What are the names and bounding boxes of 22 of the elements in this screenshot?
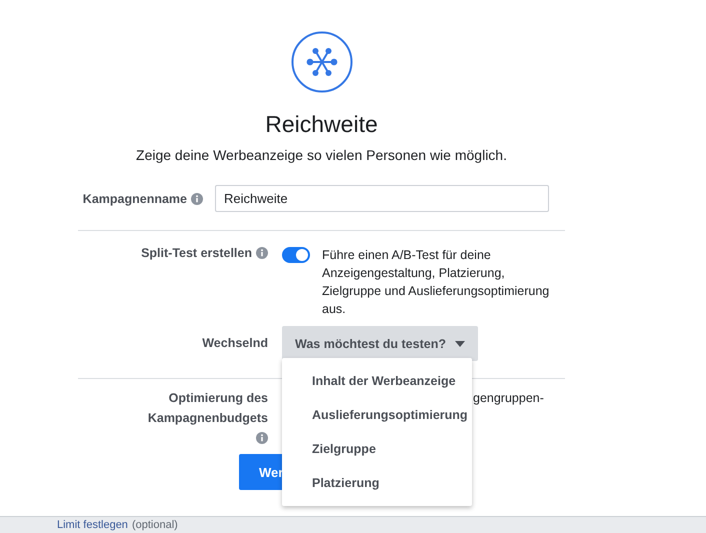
page-title: Reichweite <box>265 110 378 138</box>
toggle-switch[interactable] <box>282 247 310 263</box>
split-test-description: Führe einen A/B-Test für deine Anzeigengestaltung, Platzierung, Zielgruppe und Auslieferungsoptimierung aus. <box>322 247 550 318</box>
menu-item[interactable]: Auslieferungsoptimierung <box>282 398 472 432</box>
field-label: Split-Test erstellen <box>141 246 252 260</box>
optional-note: (optional) <box>132 519 178 531</box>
campaign-name-input[interactable]: Reichweite <box>215 185 549 212</box>
field-label: Kampagnenname <box>82 192 187 206</box>
menu-item[interactable]: Platzierung <box>282 466 472 500</box>
caret-icon <box>454 340 465 346</box>
info-icon[interactable] <box>256 247 268 259</box>
budget-description: gengruppen- <box>472 391 544 405</box>
menu-item[interactable]: Inhalt der Werbeanzeige <box>282 364 472 398</box>
test-variable-dropdown[interactable]: Was möchtest du testen? <box>282 326 478 361</box>
field-label: Wechselnd <box>201 336 268 352</box>
field-label: Optimierung des Kampagnenbudgets <box>148 391 268 425</box>
set-limit-link[interactable]: Limit festlegen <box>57 519 128 531</box>
network-icon <box>290 31 352 93</box>
info-icon[interactable] <box>256 432 268 444</box>
info-icon[interactable] <box>191 192 203 204</box>
menu-item[interactable]: Zielgruppe <box>282 432 472 466</box>
page-subtitle: Zeige deine Werbeanzeige so vielen Personen wie möglich. <box>136 147 507 163</box>
